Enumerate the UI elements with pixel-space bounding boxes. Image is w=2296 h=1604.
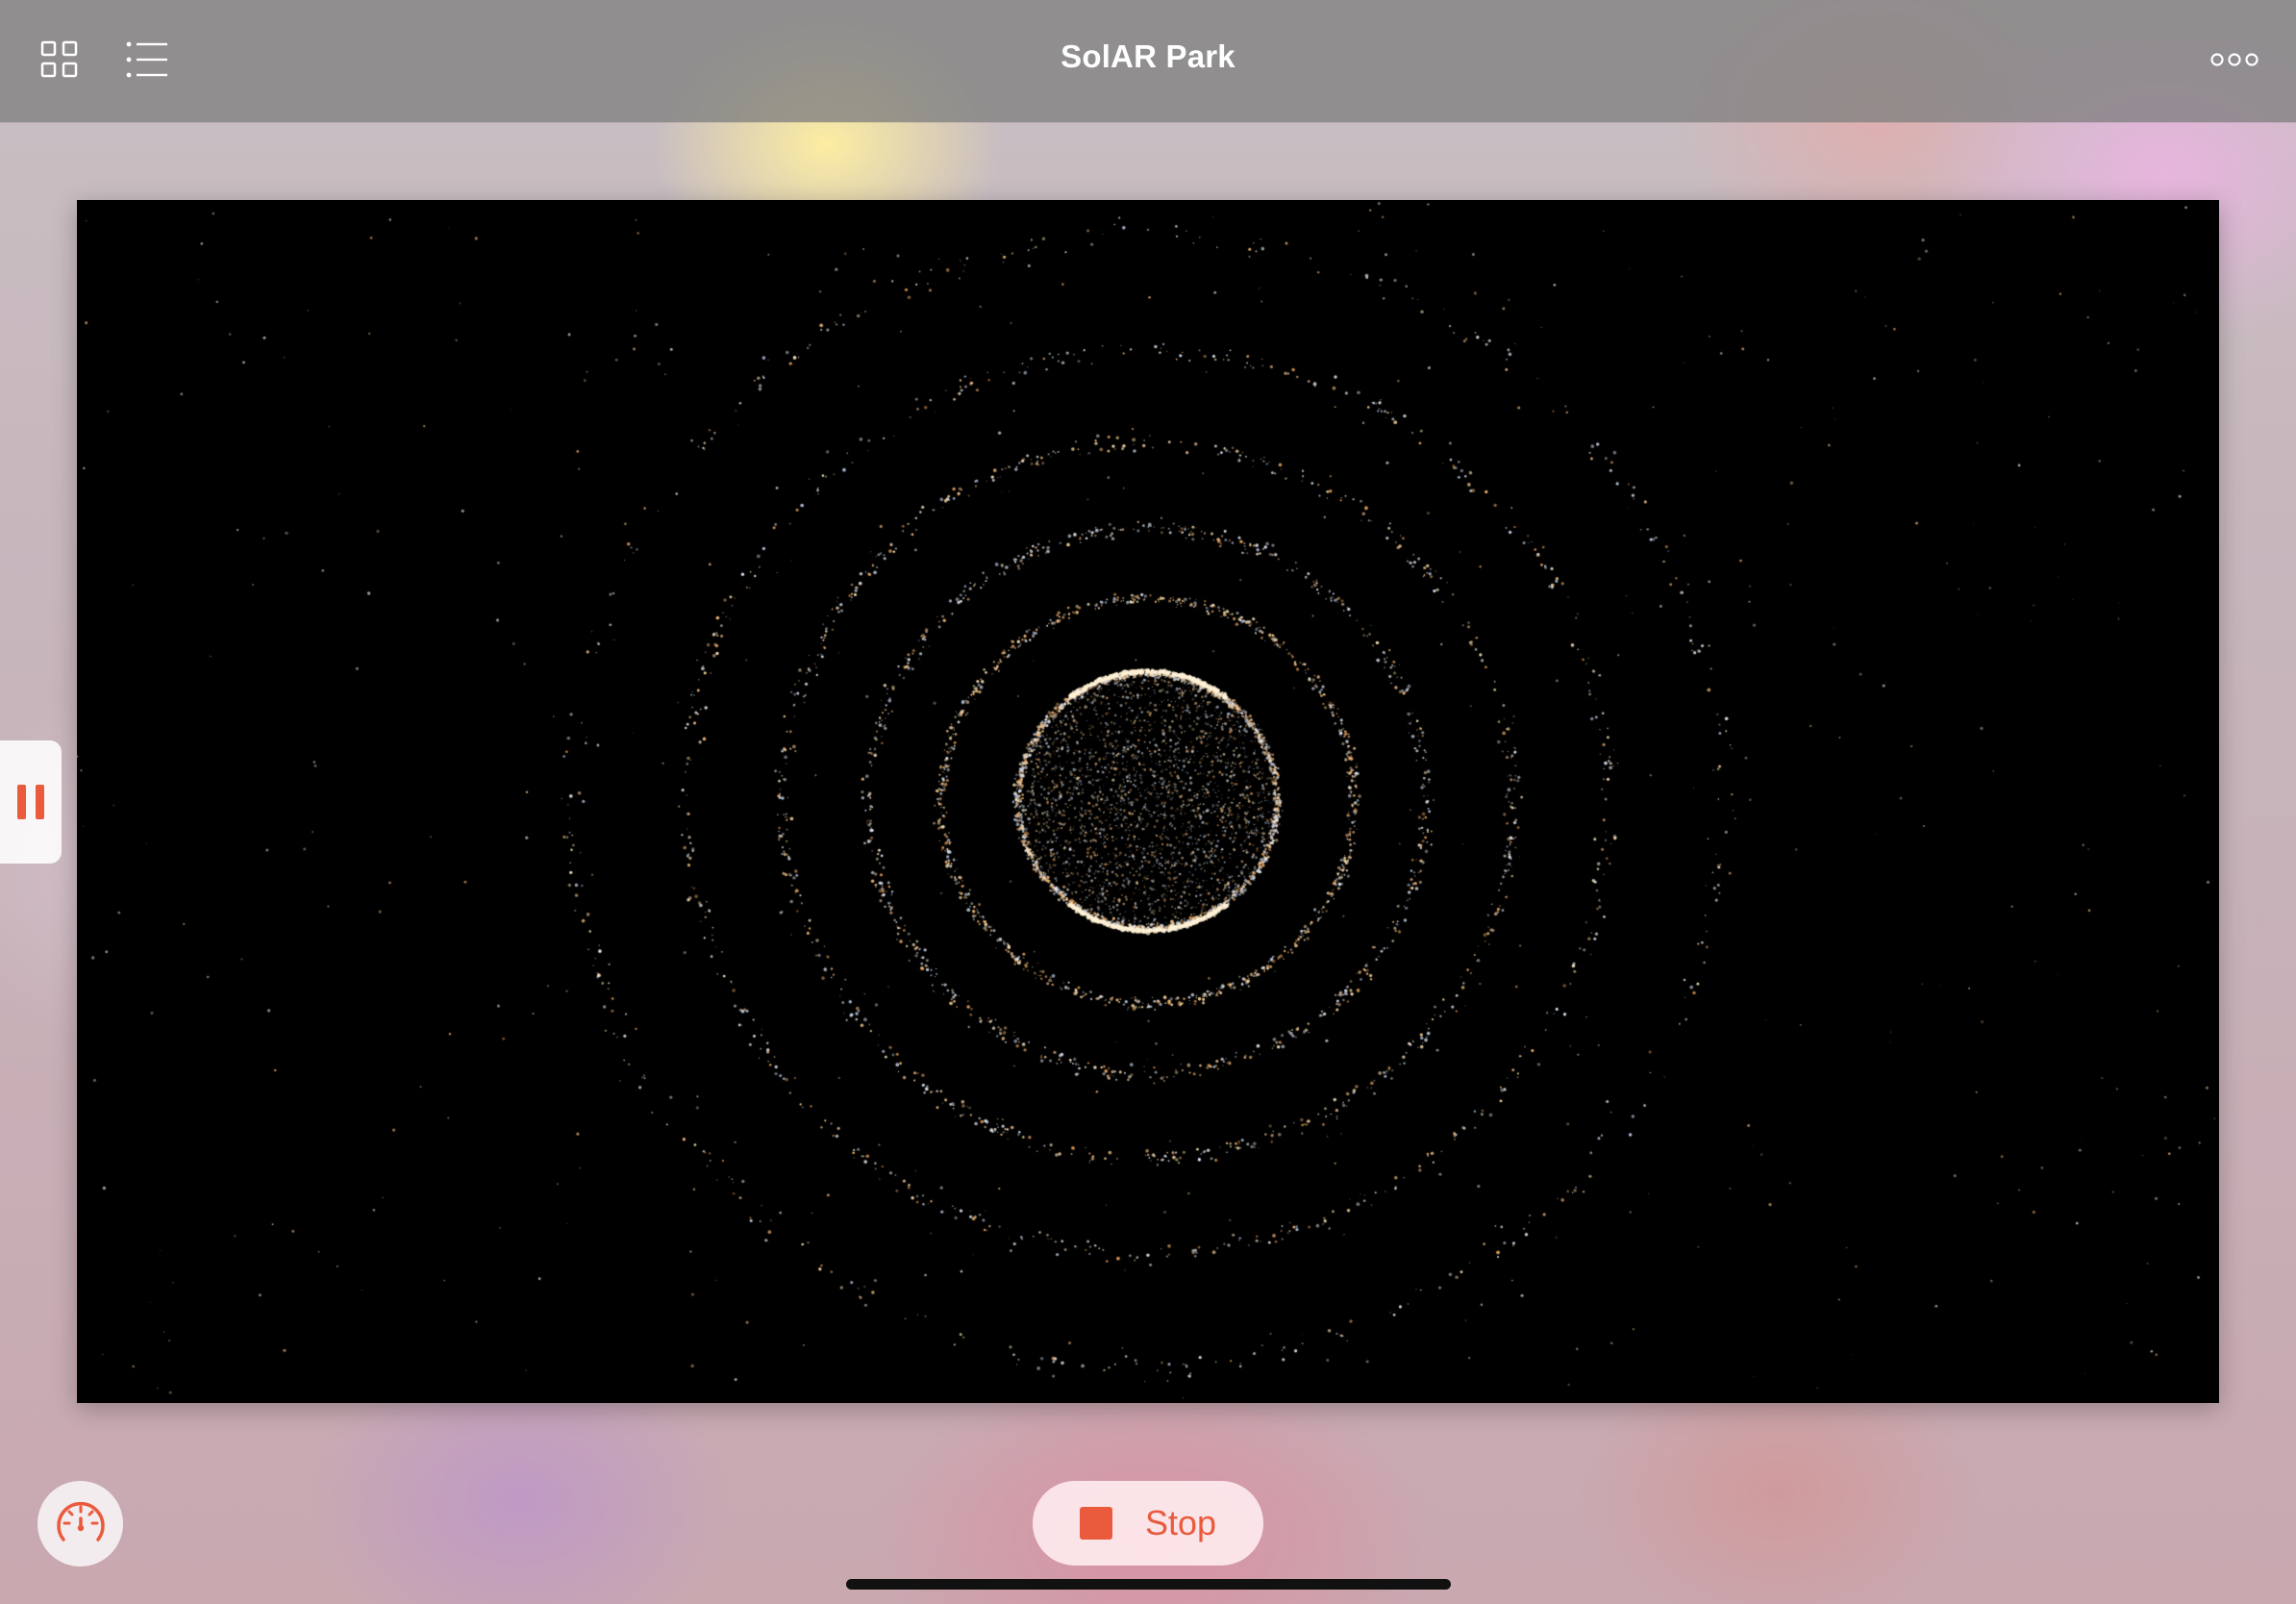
ellipsis-icon (2210, 53, 2259, 66)
scene-viewport[interactable] (77, 200, 2219, 1403)
stop-label: Stop (1144, 1503, 1217, 1542)
pause-button[interactable] (0, 740, 62, 864)
pause-icon (17, 785, 44, 819)
more-options-button[interactable] (2206, 35, 2263, 85)
page-title: SolAR Park (1061, 38, 1235, 74)
top-bar: SolAR Park (0, 0, 2296, 122)
stop-button[interactable]: Stop (1033, 1481, 1263, 1566)
stop-icon (1079, 1507, 1112, 1540)
speed-gauge-button[interactable] (37, 1481, 123, 1566)
speed-gauge-icon (56, 1501, 105, 1541)
particle-scene (77, 200, 2219, 1403)
home-indicator[interactable] (846, 1579, 1451, 1590)
